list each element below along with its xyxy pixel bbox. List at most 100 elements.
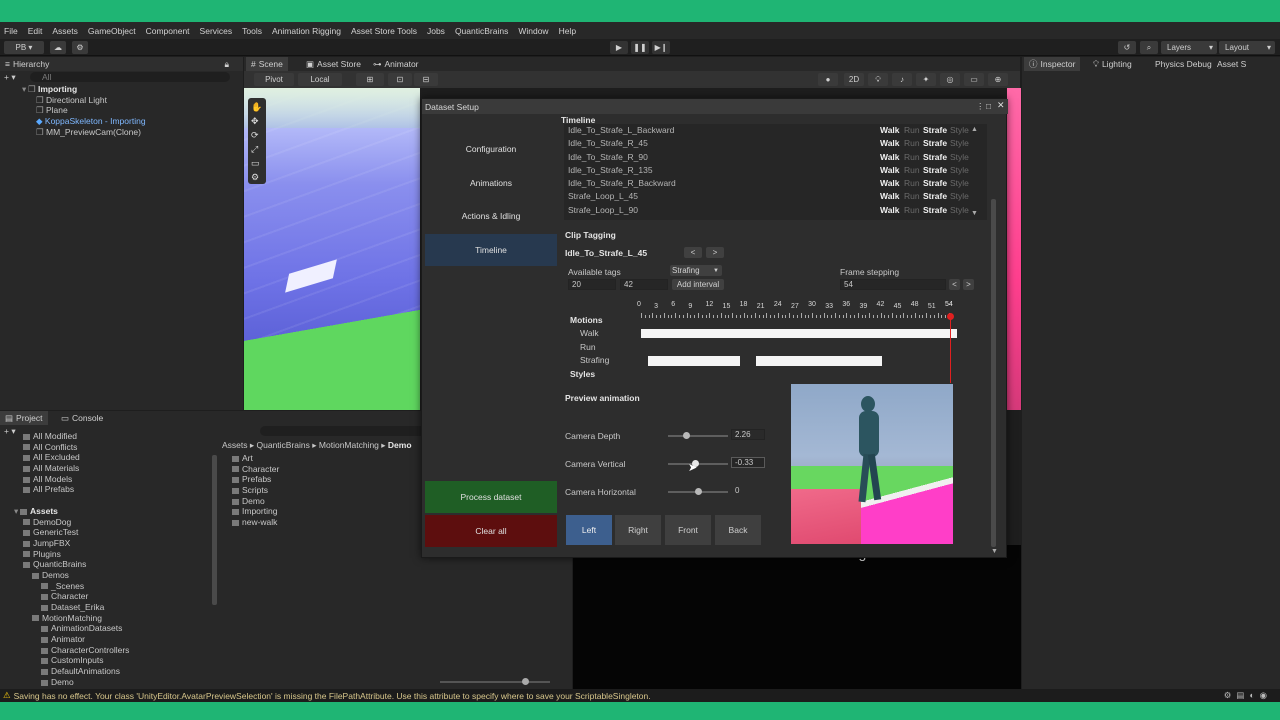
clip-tag-t4[interactable]: Style bbox=[950, 124, 969, 137]
clip-tag-t4[interactable]: Style bbox=[950, 204, 969, 217]
menu-item-help[interactable]: Help bbox=[559, 26, 576, 36]
view-left-button[interactable]: Left bbox=[566, 515, 612, 545]
clip-tag-t2[interactable]: Run bbox=[904, 137, 920, 150]
project-tree-item[interactable]: AnimationDatasets bbox=[6, 623, 210, 634]
project-tree-item[interactable]: Animator bbox=[6, 634, 210, 645]
project-tree-item[interactable]: DemoDog bbox=[6, 517, 210, 528]
cloud-icon[interactable]: ☁ bbox=[50, 41, 66, 54]
project-file-item[interactable]: new-walk bbox=[232, 517, 432, 528]
clip-tag-t2[interactable]: Run bbox=[904, 124, 920, 137]
project-tree-item[interactable]: Character bbox=[6, 591, 210, 602]
clip-tag-t1[interactable]: Walk bbox=[880, 124, 900, 137]
camera-icon[interactable]: ▭ bbox=[964, 73, 984, 86]
clip-tag-t3[interactable]: Strafe bbox=[923, 190, 947, 203]
clip-row[interactable]: Strafe_Loop_L_45 Walk Run Strafe Style bbox=[568, 190, 969, 203]
next-clip-button[interactable]: > bbox=[706, 247, 724, 258]
tab-scene[interactable]: # Scene bbox=[246, 57, 288, 71]
breadcrumb-item[interactable]: QuanticBrains bbox=[257, 440, 310, 450]
project-tree-item[interactable]: All Conflicts bbox=[6, 442, 210, 453]
layers-dropdown[interactable]: Layers ▾ bbox=[1161, 41, 1217, 54]
frame-stepping-field[interactable]: 54 bbox=[840, 279, 946, 290]
snap-icon[interactable]: ⊞ bbox=[356, 73, 384, 86]
camera-horizontal-field[interactable]: 0 bbox=[731, 485, 765, 496]
process-dataset-button[interactable]: Process dataset bbox=[425, 481, 557, 513]
prev-clip-button[interactable]: < bbox=[684, 247, 702, 258]
pause-button[interactable]: ❚❚ bbox=[631, 41, 649, 54]
clip-tag-t3[interactable]: Strafe bbox=[923, 137, 947, 150]
menu-item-gameobject[interactable]: GameObject bbox=[88, 26, 136, 36]
audio-icon[interactable]: ♪ bbox=[892, 73, 912, 86]
clip-tag-t1[interactable]: Walk bbox=[880, 164, 900, 177]
nav-timeline[interactable]: Timeline bbox=[425, 234, 557, 266]
clip-row[interactable]: Idle_To_Strafe_R_45 Walk Run Strafe Style bbox=[568, 137, 969, 150]
project-tree-item[interactable]: CustomInputs bbox=[6, 655, 210, 666]
menu-item-file[interactable]: File bbox=[4, 26, 18, 36]
project-file-item[interactable]: Importing bbox=[232, 506, 432, 517]
draw-mode-icon[interactable]: ● bbox=[818, 73, 838, 86]
clip-tag-t2[interactable]: Run bbox=[904, 151, 920, 164]
frame-prev-button[interactable]: < bbox=[949, 279, 960, 290]
project-tree-item[interactable]: Dataset_Erika bbox=[6, 602, 210, 613]
clip-row[interactable]: Strafe_Loop_L_90 Walk Run Strafe Style bbox=[568, 204, 969, 217]
clip-tag-t4[interactable]: Style bbox=[950, 137, 969, 150]
camera-vertical-field[interactable]: -0.33 bbox=[731, 457, 765, 468]
clip-tag-t3[interactable]: Strafe bbox=[923, 177, 947, 190]
account-dropdown[interactable]: PB ▾ bbox=[4, 41, 44, 54]
clip-tag-t1[interactable]: Walk bbox=[880, 137, 900, 150]
hierarchy-search[interactable]: All bbox=[30, 72, 230, 82]
clip-tag-t2[interactable]: Run bbox=[904, 204, 920, 217]
camera-depth-slider[interactable] bbox=[668, 435, 728, 437]
breadcrumb-item[interactable]: Demo bbox=[388, 440, 412, 450]
project-file-item[interactable]: Scripts bbox=[232, 485, 432, 496]
view-front-button[interactable]: Front bbox=[665, 515, 711, 545]
hierarchy-item[interactable]: ❒ Plane bbox=[22, 105, 240, 116]
clip-tag-t3[interactable]: Strafe bbox=[923, 151, 947, 164]
zoom-slider-knob[interactable] bbox=[522, 678, 529, 685]
project-tree-item[interactable]: QuanticBrains bbox=[6, 559, 210, 570]
project-tree-item[interactable] bbox=[6, 495, 210, 506]
timeline-ruler[interactable]: 0 3 6 9 12 15 18 21 24 27 30 33 36 39 42 45 48 51 54 bbox=[637, 301, 957, 323]
clip-tag-t4[interactable]: Style bbox=[950, 164, 969, 177]
tab-asset-store[interactable]: ▣ Asset Store bbox=[301, 57, 366, 71]
nav-animations[interactable]: Animations bbox=[425, 167, 557, 199]
clip-row[interactable]: Idle_To_Strafe_L_Backward Walk Run Strafe St… bbox=[568, 124, 969, 137]
tab-inspector[interactable]: ⓘ Inspector bbox=[1024, 57, 1081, 71]
hierarchy-item[interactable]: ▾ ❒ Importing bbox=[22, 84, 240, 95]
breadcrumb-item[interactable]: MotionMatching bbox=[319, 440, 379, 450]
clip-tag-t4[interactable]: Style bbox=[950, 190, 969, 203]
strafing-interval-bar-2[interactable] bbox=[756, 356, 882, 366]
project-tree-item[interactable]: ▾ Assets bbox=[6, 506, 210, 517]
animation-preview[interactable] bbox=[791, 384, 953, 544]
menu-item-tools[interactable]: Tools bbox=[242, 26, 262, 36]
increment-icon[interactable]: ⊟ bbox=[414, 73, 438, 86]
maximize-icon[interactable]: □ bbox=[986, 101, 991, 111]
project-tree-item[interactable]: All Materials bbox=[6, 463, 210, 474]
project-tree-item[interactable]: All Models bbox=[6, 474, 210, 485]
project-file-item[interactable]: Prefabs bbox=[232, 474, 432, 485]
project-file-item[interactable]: Art bbox=[232, 453, 432, 464]
project-tree-item[interactable]: All Prefabs bbox=[6, 484, 210, 495]
tab-console[interactable]: ▭ Console bbox=[56, 411, 108, 425]
tool-icons[interactable]: ✋ ✥ ⟳ ⤢ ▭ ⚙ bbox=[251, 100, 263, 184]
project-tree-item[interactable]: GenericTest bbox=[6, 527, 210, 538]
clip-tag-t2[interactable]: Run bbox=[904, 177, 920, 190]
clip-tag-t1[interactable]: Walk bbox=[880, 177, 900, 190]
grid-snap-icon[interactable]: ⊡ bbox=[388, 73, 412, 86]
effects-icon[interactable]: ✦ bbox=[916, 73, 936, 86]
clip-tag-t1[interactable]: Walk bbox=[880, 151, 900, 164]
interval-start-field[interactable]: 20 bbox=[568, 279, 616, 290]
menu-item-assets[interactable]: Assets bbox=[52, 26, 78, 36]
walk-interval-bar[interactable] bbox=[641, 329, 957, 338]
clip-row[interactable]: Idle_To_Strafe_R_90 Walk Run Strafe Style bbox=[568, 151, 969, 164]
frame-next-button[interactable]: > bbox=[963, 279, 974, 290]
scene-view[interactable]: ✋ ✥ ⟳ ⤢ ▭ ⚙ bbox=[244, 88, 420, 410]
view-right-button[interactable]: Right bbox=[615, 515, 661, 545]
menu-item-quanticbrains[interactable]: QuanticBrains bbox=[455, 26, 508, 36]
camera-horizontal-knob[interactable] bbox=[694, 488, 702, 495]
light-icon[interactable]: 💡︎ bbox=[868, 73, 888, 86]
menu-item-animation-rigging[interactable]: Animation Rigging bbox=[272, 26, 341, 36]
project-file-item[interactable]: Demo bbox=[232, 496, 432, 507]
layout-dropdown[interactable]: Layout ▾ bbox=[1219, 41, 1275, 54]
menu-dots-icon[interactable]: ⋮ bbox=[976, 101, 985, 112]
tree-scrollbar[interactable] bbox=[212, 455, 217, 605]
